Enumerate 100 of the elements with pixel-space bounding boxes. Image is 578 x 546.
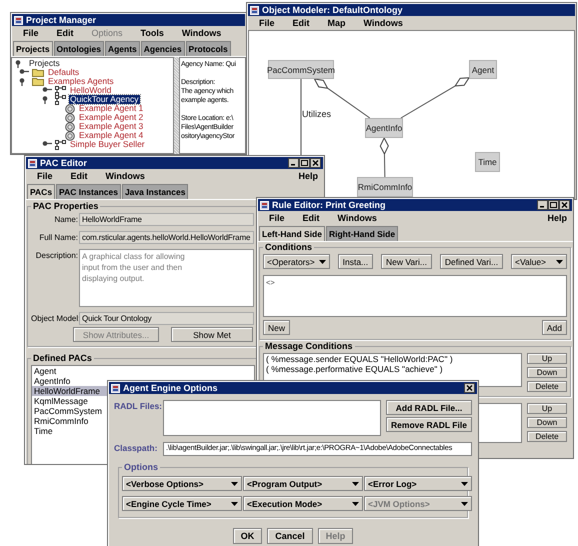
group-title: Defined PACs — [32, 353, 93, 363]
tree-item[interactable]: QuickTour Agency — [69, 95, 140, 104]
dropdown[interactable]: <Operators> — [263, 254, 330, 269]
tab[interactable]: Ontologies — [54, 41, 104, 56]
menu-item[interactable]: File — [269, 213, 285, 223]
dialog-button[interactable]: Cancel — [267, 528, 313, 544]
dropdown[interactable]: <Value> — [510, 254, 567, 269]
action-button[interactable]: New — [263, 320, 290, 335]
window-title: Object Modeler: DefaultOntology — [262, 5, 404, 15]
caret-icon — [461, 502, 468, 506]
tree-item[interactable]: Example Agent 4 — [78, 131, 144, 140]
list-action-button[interactable]: Delete — [527, 431, 567, 442]
dialog-button[interactable]: OK — [232, 528, 262, 544]
tree-item[interactable]: Defaults — [47, 68, 80, 77]
caret-icon — [231, 482, 238, 486]
window-title: Agent Engine Options — [123, 383, 218, 393]
menu-item[interactable]: Map — [328, 18, 346, 28]
tab[interactable]: Java Instances — [122, 184, 188, 199]
tab[interactable]: Left-Hand Side — [259, 226, 325, 241]
class-node[interactable]: AgentInfo — [365, 118, 403, 138]
list-action-button[interactable]: Down — [527, 417, 567, 428]
list-action-button[interactable]: Down — [527, 367, 567, 378]
close-button[interactable] — [464, 383, 475, 393]
dropdown[interactable]: <Verbose Options> — [122, 476, 242, 491]
dropdown[interactable]: <Execution Mode> — [243, 496, 363, 511]
dropdown[interactable]: <Error Log> — [364, 476, 472, 491]
caret-icon — [318, 260, 326, 264]
toolbar-button[interactable]: New Vari... — [381, 254, 432, 269]
maximize-button[interactable] — [299, 158, 310, 168]
list-item[interactable]: Agent — [32, 366, 254, 376]
menu-item[interactable]: Edit — [302, 213, 320, 223]
minimize-button[interactable] — [537, 200, 548, 210]
tree-item[interactable]: HelloWorld — [69, 86, 112, 95]
app-icon — [250, 6, 259, 14]
menu-item[interactable]: Edit — [292, 18, 310, 28]
group-title: Message Conditions — [264, 341, 354, 351]
list-item[interactable]: ( %message.sender EQUALS "HelloWorld:PAC" ) — [264, 354, 521, 364]
list-item[interactable]: ( %message.performative EQUALS "achieve" ) — [264, 364, 521, 374]
edge-label: Utilizes — [302, 109, 332, 119]
field-label: Object Model: — [31, 313, 78, 325]
tab[interactable]: Projects — [13, 41, 53, 56]
menu-item[interactable]: Help — [547, 213, 567, 223]
tab[interactable]: PAC Instances — [56, 184, 121, 199]
close-button[interactable] — [559, 200, 570, 210]
list-action-button[interactable]: Up — [527, 403, 567, 414]
dropdown[interactable]: <Engine Cycle Time> — [122, 496, 242, 511]
tab[interactable]: Protocols — [186, 41, 231, 56]
tab[interactable]: Right-Hand Side — [326, 226, 398, 241]
toolbar-button[interactable]: Insta... — [338, 254, 374, 269]
aggregation-connector — [400, 77, 470, 118]
menu-item[interactable]: Edit — [70, 171, 88, 181]
tree-item[interactable]: Projects — [28, 59, 61, 68]
file-list[interactable] — [163, 400, 381, 436]
class-node[interactable]: Agent — [469, 60, 497, 79]
minimize-button[interactable] — [288, 158, 299, 168]
network-icon — [55, 94, 66, 104]
network-icon — [55, 140, 66, 150]
menu-item[interactable]: Help — [298, 171, 318, 181]
window-title: Project Manager — [26, 15, 98, 25]
menu-item[interactable]: Edit — [56, 28, 74, 38]
menu-item[interactable]: Windows — [338, 213, 377, 223]
close-button[interactable] — [310, 158, 321, 168]
tree-item[interactable]: Example Agent 2 — [78, 113, 144, 122]
class-node[interactable]: Time — [475, 152, 500, 172]
class-node[interactable]: PacCommSystem — [268, 60, 334, 79]
app-icon — [14, 16, 23, 24]
tab[interactable]: PACs — [27, 184, 56, 199]
field-label: Full Name: — [38, 232, 78, 244]
menu-item[interactable]: Tools — [140, 28, 164, 38]
tree-item[interactable]: Simple Buyer Seller — [69, 140, 146, 149]
tree-item[interactable]: Example Agent 3 — [78, 122, 144, 131]
menu-item[interactable]: File — [37, 171, 53, 181]
text-field[interactable]: com.rsticular.agents.helloWorld.HelloWorldFrame — [79, 231, 254, 244]
toolbar-button[interactable]: Defined Vari... — [440, 254, 504, 269]
menu-item[interactable]: File — [23, 28, 39, 38]
dialog-button[interactable]: Remove RADL File — [386, 417, 472, 432]
menu-item[interactable]: Windows — [364, 18, 403, 28]
menu-item[interactable]: File — [259, 18, 275, 28]
tree-item[interactable]: Examples Agents — [47, 77, 115, 86]
dialog-button[interactable]: Add RADL File... — [386, 400, 472, 415]
list-action-button[interactable]: Up — [527, 353, 567, 364]
aggregation-connector — [380, 136, 389, 178]
action-button[interactable]: Add — [542, 320, 567, 335]
text-field[interactable]: Quick Tour Ontology — [79, 312, 254, 325]
action-button[interactable]: Show Met — [171, 327, 253, 342]
group-title: Conditions — [264, 242, 313, 252]
menu-item[interactable]: Windows — [106, 171, 145, 181]
tree-item[interactable]: Example Agent 1 — [78, 104, 144, 113]
maximize-button[interactable] — [548, 200, 559, 210]
tab[interactable]: Agencies — [140, 41, 185, 56]
app-icon — [28, 158, 37, 168]
class-node[interactable]: RmiCommInfo — [357, 177, 413, 197]
tab[interactable]: Agents — [104, 41, 140, 56]
field-label: Description: — [34, 250, 78, 262]
caret-icon — [352, 502, 359, 506]
text-field[interactable]: HelloWorldFrame — [79, 213, 254, 226]
dropdown[interactable]: <Program Output> — [243, 476, 363, 491]
menu-item[interactable]: Windows — [182, 28, 222, 38]
field-label: Classpath: — [114, 442, 158, 455]
list-action-button[interactable]: Delete — [527, 381, 567, 392]
